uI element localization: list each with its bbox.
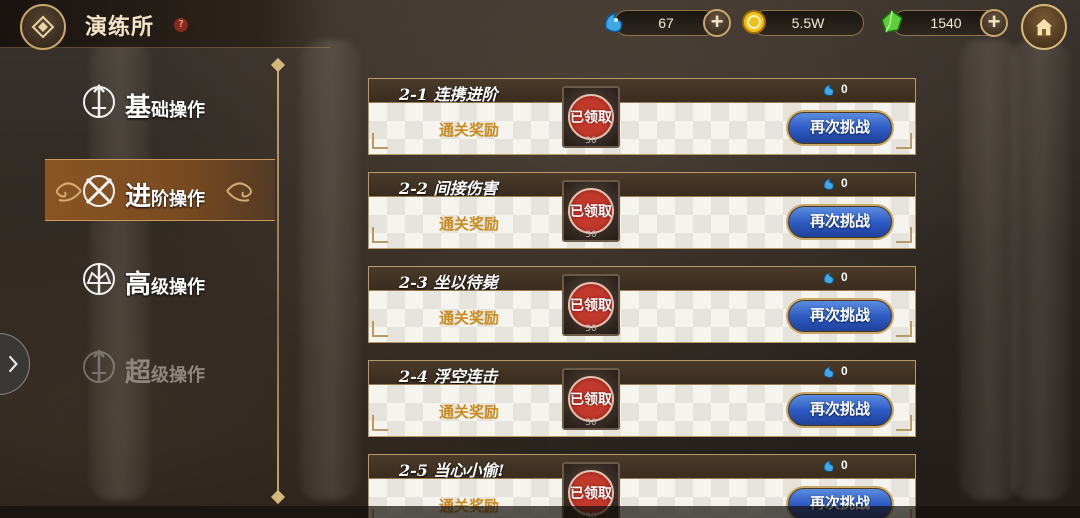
blue-gem-icon bbox=[823, 178, 834, 190]
divider-ornament bbox=[270, 489, 286, 505]
crossed-swords-icon bbox=[83, 175, 115, 207]
stage-card-header: 2-2 间接伤害 0 bbox=[368, 172, 916, 198]
sidebar-divider bbox=[277, 64, 279, 500]
reward-quantity: 30 bbox=[585, 230, 597, 240]
page-title: 演练所 bbox=[85, 14, 155, 40]
stage-card-body: 通关奖励 再次挑战 bbox=[368, 102, 916, 155]
gem-reward-count: 0 bbox=[841, 364, 848, 378]
clear-reward-label: 通关奖励 bbox=[439, 215, 500, 233]
blue-gem-icon bbox=[823, 460, 834, 472]
stage-card-header: 2-3 坐以待毙 0 bbox=[368, 266, 916, 292]
gem-reward-count: 0 bbox=[841, 458, 848, 472]
stage-card-header: 2-5 当心小偷! 0 bbox=[368, 454, 916, 480]
sword-emblem-icon bbox=[83, 349, 115, 383]
divider-ornament bbox=[270, 57, 286, 73]
green-crystal-icon bbox=[881, 10, 903, 33]
retry-challenge-button[interactable]: 再次挑战 bbox=[786, 298, 894, 334]
home-icon bbox=[1032, 17, 1056, 37]
sidebar-item-label: 基础操作 bbox=[125, 93, 206, 123]
flourish-right-icon bbox=[226, 182, 252, 202]
stage-card-header: 2-1 连携进阶 0 bbox=[368, 78, 916, 104]
gold-coin-icon bbox=[742, 10, 766, 34]
menu-button[interactable] bbox=[20, 4, 66, 50]
add-green-crystal-button[interactable]: + bbox=[980, 9, 1008, 37]
gem-reward-count: 0 bbox=[841, 270, 848, 284]
stage-card-body: 通关奖励 再次挑战 bbox=[368, 384, 916, 437]
bottom-shade bbox=[0, 506, 1080, 518]
add-blue-gem-button[interactable]: + bbox=[703, 9, 731, 37]
clear-reward-label: 通关奖励 bbox=[439, 403, 500, 421]
blue-gem-icon bbox=[823, 366, 834, 378]
reward-item-slot[interactable]: 已领取 30 bbox=[562, 180, 620, 242]
stage-card: 2-4 浮空连击 0 通关奖励 再次挑战 已领取 30 bbox=[368, 360, 916, 437]
reward-item-slot[interactable]: 已领取 30 bbox=[562, 368, 620, 430]
stage-card-body: 通关奖励 再次挑战 bbox=[368, 290, 916, 343]
blue-gem-icon bbox=[604, 11, 623, 33]
help-icon[interactable]: ? bbox=[174, 18, 188, 32]
reward-quantity: 30 bbox=[585, 136, 597, 146]
expand-sidebar-button[interactable] bbox=[0, 333, 30, 395]
sidebar-item-label: 高级操作 bbox=[125, 270, 206, 300]
retry-challenge-button[interactable]: 再次挑战 bbox=[786, 392, 894, 428]
sword-emblem-icon bbox=[83, 84, 115, 118]
reward-quantity: 30 bbox=[585, 418, 597, 428]
currency-value: 5.5W bbox=[791, 15, 825, 31]
flourish-left-icon bbox=[56, 182, 82, 202]
stage-card: 2-3 坐以待毙 0 通关奖励 再次挑战 已领取 30 bbox=[368, 266, 916, 343]
retry-challenge-button[interactable]: 再次挑战 bbox=[786, 204, 894, 240]
sidebar-item-master: 超级操作 bbox=[45, 336, 275, 398]
currency-gold: 5.5W bbox=[752, 10, 864, 36]
blue-gem-icon bbox=[823, 272, 834, 284]
background-pillar bbox=[300, 40, 360, 500]
chevron-right-icon bbox=[8, 355, 18, 373]
claimed-stamp: 已领取 bbox=[568, 94, 614, 140]
reward-item-slot[interactable]: 已领取 30 bbox=[562, 86, 620, 148]
background-pillar bbox=[1010, 40, 1070, 500]
sidebar-item-advanced[interactable]: 进阶操作 bbox=[45, 159, 275, 221]
retry-challenge-button[interactable]: 再次挑战 bbox=[786, 110, 894, 146]
crown-emblem-icon bbox=[83, 263, 115, 295]
reward-quantity: 30 bbox=[585, 324, 597, 334]
clear-reward-label: 通关奖励 bbox=[439, 309, 500, 327]
stage-card: 2-2 间接伤害 0 通关奖励 再次挑战 已领取 30 bbox=[368, 172, 916, 249]
stage-card-body: 通关奖励 再次挑战 bbox=[368, 196, 916, 249]
claimed-stamp: 已领取 bbox=[568, 376, 614, 422]
sidebar-item-label: 超级操作 bbox=[125, 358, 206, 388]
clear-reward-label: 通关奖励 bbox=[439, 121, 500, 139]
currency-value: 67 bbox=[658, 15, 674, 31]
sidebar-item-basic[interactable]: 基础操作 bbox=[45, 71, 275, 133]
reward-item-slot[interactable]: 已领取 30 bbox=[562, 274, 620, 336]
claimed-stamp: 已领取 bbox=[568, 188, 614, 234]
sidebar-item-expert[interactable]: 高级操作 bbox=[45, 248, 275, 310]
stage-card: 2-1 连携进阶 0 通关奖励 再次挑战 已领取 30 bbox=[368, 78, 916, 155]
stage-card-header: 2-4 浮空连击 0 bbox=[368, 360, 916, 386]
gem-reward-count: 0 bbox=[841, 82, 848, 96]
claimed-stamp: 已领取 bbox=[568, 282, 614, 328]
sidebar-item-label: 进阶操作 bbox=[125, 182, 206, 212]
gem-reward-count: 0 bbox=[841, 176, 848, 190]
diamond-menu-icon bbox=[31, 15, 55, 39]
blue-gem-icon bbox=[823, 84, 834, 96]
home-button[interactable] bbox=[1021, 4, 1067, 50]
